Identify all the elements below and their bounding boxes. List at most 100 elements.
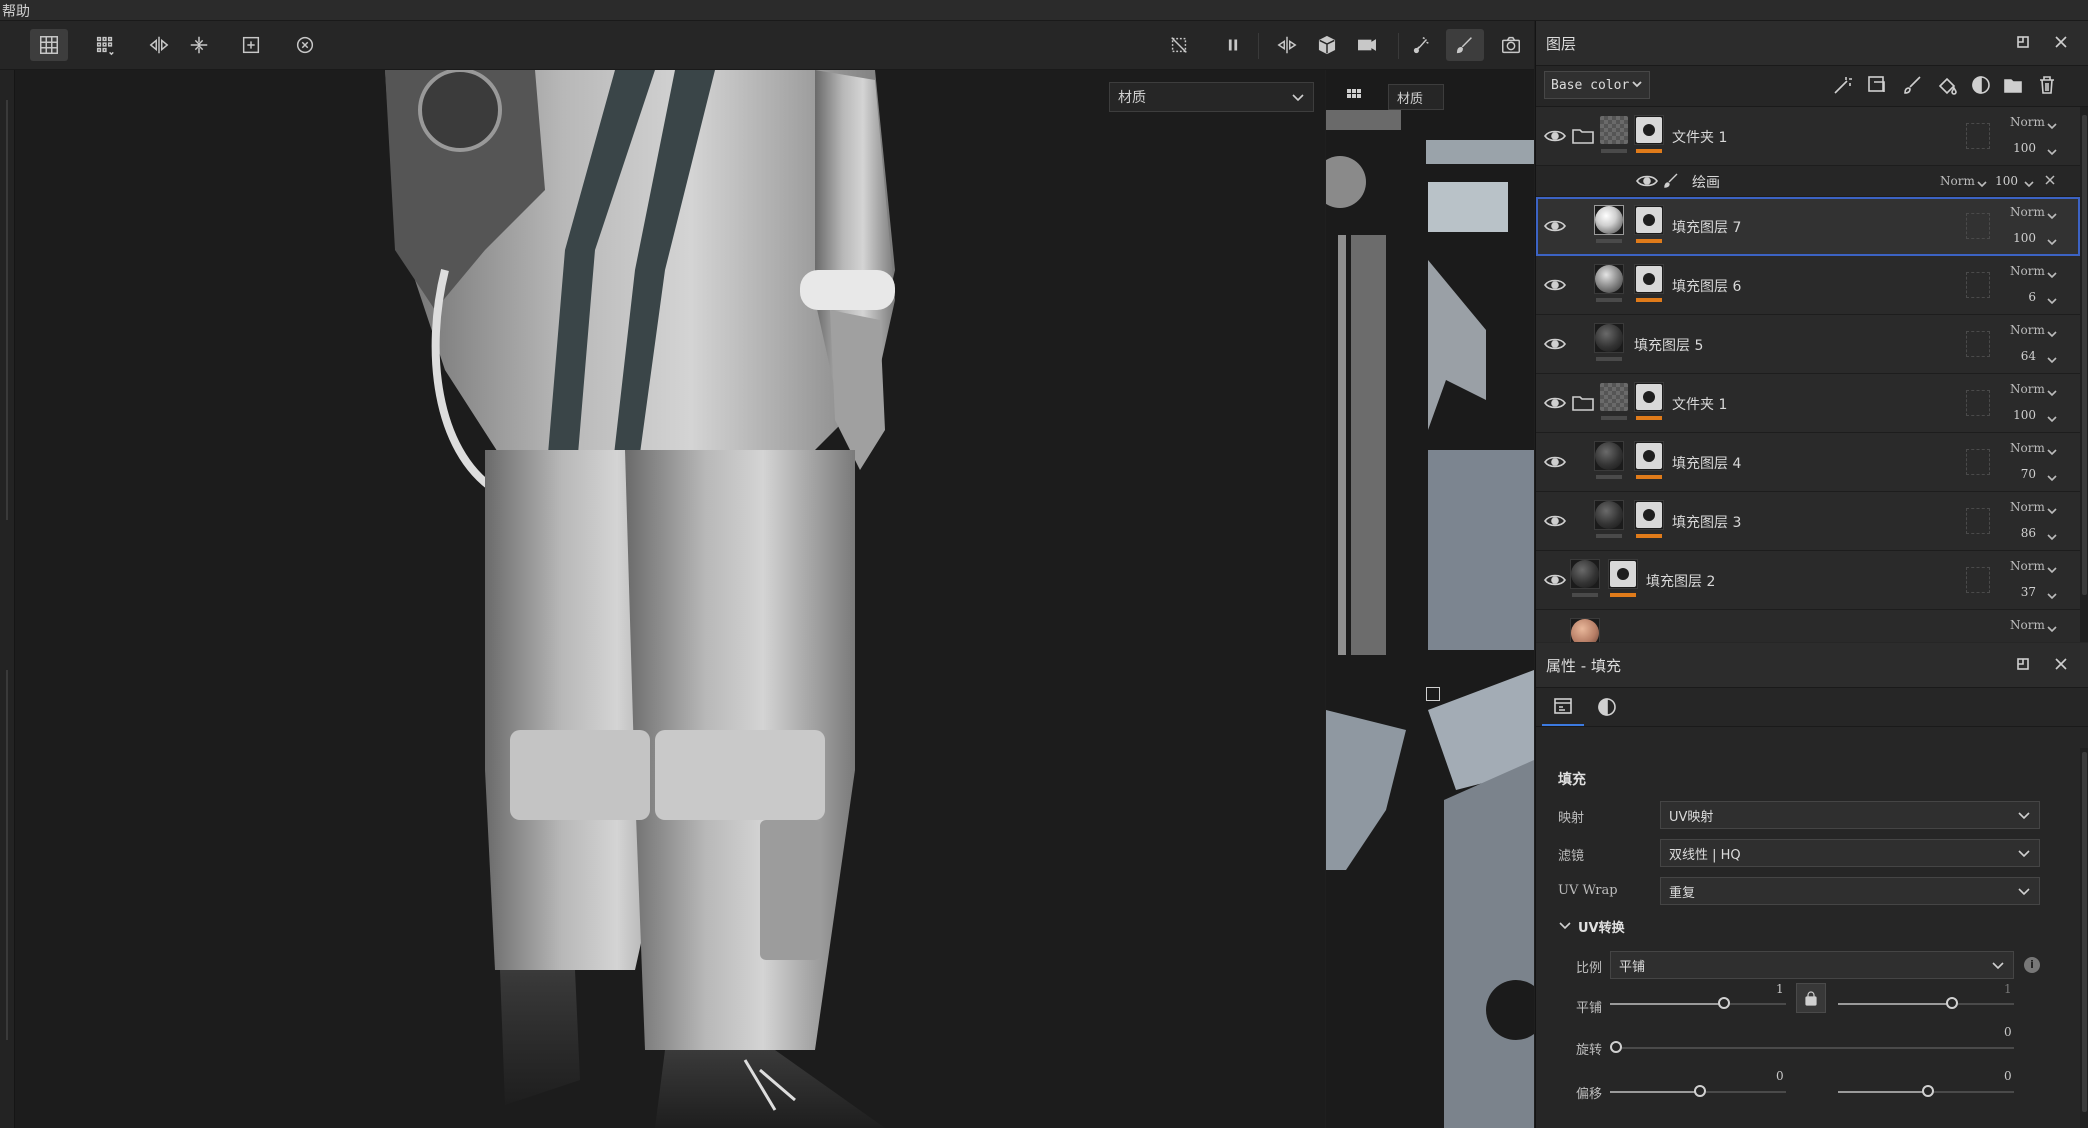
symmetry-icon[interactable]	[1268, 29, 1306, 61]
cube-icon[interactable]	[1308, 29, 1346, 61]
layer-opacity[interactable]: 70	[2006, 467, 2036, 481]
material-dropdown-3d[interactable]: 材质	[1109, 82, 1314, 112]
lock-icon[interactable]	[1796, 983, 1826, 1013]
layer-row-selected[interactable]: 填充图层 7 Norm 100	[1536, 197, 2080, 256]
layer-row[interactable]: 填充图层 4 Norm 70	[1536, 433, 2080, 492]
paint-layer-icon[interactable]	[1902, 74, 1926, 98]
eye-icon[interactable]	[1544, 513, 1566, 529]
layer-opacity[interactable]: 100	[2006, 231, 2036, 245]
mask-thumbnail[interactable]	[1634, 441, 1664, 471]
folder-add-icon[interactable]	[2002, 74, 2026, 98]
layer-thumbnail[interactable]	[1594, 500, 1624, 530]
mask-thumbnail[interactable]	[1634, 115, 1664, 145]
blend-mode[interactable]: Norm	[2010, 618, 2045, 632]
layer-opacity[interactable]: 64	[2006, 349, 2036, 363]
undock-icon[interactable]	[2014, 33, 2034, 53]
hide-icon[interactable]	[1160, 29, 1198, 61]
eye-icon[interactable]	[1544, 128, 1566, 144]
layer-opacity[interactable]: 6	[2006, 290, 2036, 304]
grid-view-icon[interactable]	[1346, 88, 1362, 104]
layer-row-paint[interactable]: 绘画 Norm 100	[1536, 166, 2080, 197]
trash-icon[interactable]	[2036, 74, 2060, 98]
blend-mode[interactable]: Norm	[2010, 382, 2045, 396]
uvwrap-dropdown[interactable]: 重复	[1660, 877, 2040, 905]
layer-row[interactable]: 文件夹 1 Norm 100	[1536, 374, 2080, 433]
mapping-dropdown[interactable]: UV映射	[1660, 801, 2040, 829]
particles-icon[interactable]	[1402, 29, 1440, 61]
uv-transform-toggle[interactable]	[1558, 919, 1572, 933]
camera-video-icon[interactable]	[1348, 29, 1386, 61]
rotation-slider[interactable]	[1610, 1041, 2014, 1055]
mirror-x-icon[interactable]	[140, 29, 178, 61]
eye-icon[interactable]	[1544, 277, 1566, 293]
offset-u-value[interactable]: 0	[1776, 1069, 1784, 1083]
scale-dropdown[interactable]: 平铺	[1610, 951, 2014, 979]
blend-mode[interactable]: Norm	[2010, 559, 2045, 573]
mask-thumbnail[interactable]	[1634, 382, 1664, 412]
blend-mode[interactable]: Norm	[2010, 323, 2045, 337]
layer-row[interactable]: 填充图层 2 Norm 37	[1536, 551, 2080, 610]
viewport-3d[interactable]: 材质	[15, 70, 1325, 1128]
brush-icon[interactable]	[1446, 29, 1484, 61]
tiling-v-value[interactable]: 1	[2004, 982, 2012, 996]
layer-row[interactable]: 填充图层 5 Norm 64	[1536, 315, 2080, 374]
blend-mode[interactable]: Norm	[2010, 441, 2045, 455]
close-icon[interactable]	[2052, 655, 2072, 675]
channel-dropdown[interactable]: Base color	[1544, 71, 1650, 99]
filter-dropdown[interactable]: 双线性 | HQ	[1660, 839, 2040, 867]
layer-opacity[interactable]: 86	[2006, 526, 2036, 540]
mask-icon[interactable]	[1970, 74, 1994, 98]
mask-thumbnail[interactable]	[1608, 559, 1638, 589]
align-icon[interactable]	[180, 29, 218, 61]
tab-material[interactable]	[1586, 688, 1628, 726]
offset-v-value[interactable]: 0	[2004, 1069, 2012, 1083]
rotation-value[interactable]: 0	[2004, 1025, 2012, 1039]
blend-mode[interactable]: Norm	[2010, 205, 2045, 219]
eye-icon[interactable]	[1636, 173, 1658, 189]
blend-mode[interactable]: Norm	[1940, 174, 1975, 188]
grid-snap-icon[interactable]	[30, 29, 68, 61]
layer-thumbnail[interactable]	[1594, 205, 1624, 235]
offset-u-slider[interactable]	[1610, 1085, 1786, 1099]
menu-help[interactable]: 帮助	[2, 1, 30, 21]
mask-thumbnail[interactable]	[1634, 500, 1664, 530]
layers-scrollbar[interactable]	[2080, 107, 2088, 642]
eye-icon[interactable]	[1544, 395, 1566, 411]
properties-scrollbar[interactable]	[2080, 748, 2088, 1128]
tiling-u-slider[interactable]	[1610, 997, 1786, 1011]
fill-layer-icon[interactable]	[1936, 74, 1960, 98]
mask-thumbnail[interactable]	[1634, 205, 1664, 235]
tiling-v-slider[interactable]	[1838, 997, 2014, 1011]
eye-icon[interactable]	[1544, 336, 1566, 352]
material-label-2d[interactable]: 材质	[1388, 84, 1444, 110]
add-frame-icon[interactable]	[232, 29, 270, 61]
layer-row[interactable]: 文件夹 1 Norm 100	[1536, 107, 2080, 166]
pause-icon[interactable]	[1214, 29, 1252, 61]
eye-icon[interactable]	[1544, 218, 1566, 234]
left-scroll-rail[interactable]	[6, 670, 8, 1040]
mask-thumbnail[interactable]	[1634, 264, 1664, 294]
layer-thumbnail[interactable]	[1570, 618, 1600, 642]
clock-icon[interactable]	[286, 29, 324, 61]
info-icon[interactable]: i	[2024, 957, 2040, 973]
blend-mode[interactable]: Norm	[2010, 264, 2045, 278]
layer-row[interactable]: 填充图层 6 Norm 6	[1536, 256, 2080, 315]
left-scroll-rail[interactable]	[6, 100, 8, 520]
layer-thumbnail[interactable]	[1594, 323, 1624, 353]
layer-row[interactable]: Norm	[1536, 610, 2080, 642]
viewport-2d-uv[interactable]: 材质	[1326, 70, 1534, 1128]
close-icon[interactable]	[2052, 33, 2072, 53]
layer-thumbnail[interactable]	[1594, 441, 1624, 471]
layer-opacity[interactable]: 100	[1988, 174, 2018, 188]
blend-mode[interactable]: Norm	[2010, 115, 2045, 129]
blend-mode[interactable]: Norm	[2010, 500, 2045, 514]
close-icon[interactable]	[2044, 174, 2056, 186]
grid-options-icon[interactable]	[86, 29, 124, 61]
layer-opacity[interactable]: 100	[2006, 141, 2036, 155]
offset-v-slider[interactable]	[1838, 1085, 2014, 1099]
refresh-layer-icon[interactable]	[1866, 74, 1890, 98]
magic-wand-icon[interactable]	[1832, 74, 1856, 98]
tiling-u-value[interactable]: 1	[1776, 982, 1784, 996]
screenshot-icon[interactable]	[1492, 29, 1530, 61]
layer-thumbnail[interactable]	[1570, 559, 1600, 589]
